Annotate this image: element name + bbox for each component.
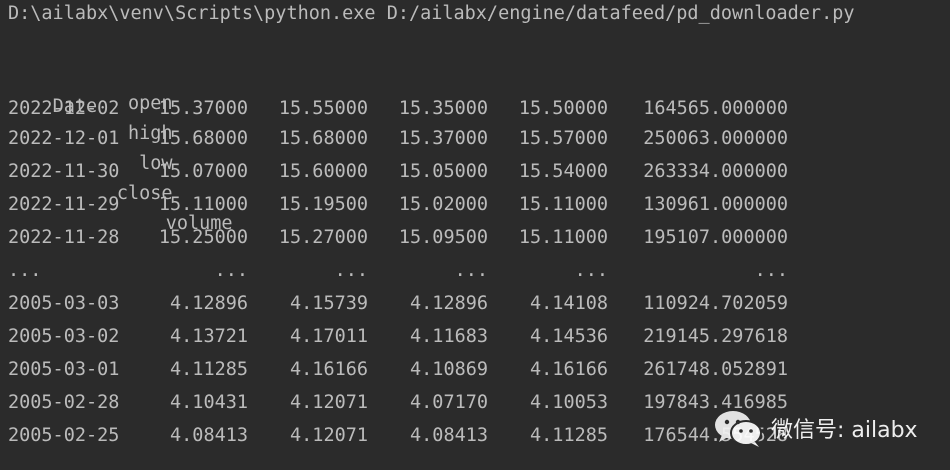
cell-open: 4.12896 [170,293,248,314]
cell-open: 4.10431 [170,392,248,413]
cell-volume: 250063.000000 [643,128,788,149]
cell-date: 2022-12-01 [8,128,120,149]
cell-open: 15.11000 [158,194,248,215]
table-row: 2022-11-28 15.25000 15.27000 15.09500 15.110… [8,223,938,256]
cell-close: 15.11000 [518,227,608,248]
cell-close: 4.10053 [530,392,608,413]
cell-date: 2005-02-25 [8,425,120,446]
table-row: 2005-03-02 4.13721 4.17011 4.11683 4.14536 21… [8,322,938,355]
cell-open: 4.11285 [170,359,248,380]
cell-close: 15.54000 [518,161,608,182]
cell-low: 4.07170 [410,392,488,413]
console-output[interactable]: D:\ailabx\venv\Scripts\python.exe D:/ail… [8,0,938,454]
cell-open: 15.25000 [158,227,248,248]
cell-low: 4.10869 [410,359,488,380]
cell-date: 2022-11-29 [8,194,120,215]
cell-volume: 164565.000000 [643,98,788,119]
cell-volume: 219145.297618 [643,326,788,347]
cell-close: 4.14536 [530,326,608,347]
cell-high: 4.12071 [290,392,368,413]
cell-low: 15.05000 [398,161,488,182]
cell-volume: 130961.000000 [643,194,788,215]
cell-open: 4.08413 [170,425,248,446]
cell-high: 15.68000 [278,128,368,149]
cell-volume: 110924.702059 [643,293,788,314]
cell-date: 2005-03-01 [8,359,120,380]
cell-volume: ... [754,260,788,281]
cell-high: 4.17011 [290,326,368,347]
table-row: 2005-03-03 4.12896 4.15739 4.12896 4.14108 11… [8,289,938,322]
cell-low: 4.08413 [410,425,488,446]
cell-open: ... [214,260,248,281]
table-row: 2022-12-01 15.68000 15.68000 15.37000 15.570… [8,124,938,157]
cell-high: 15.27000 [278,227,368,248]
cell-low: 4.12896 [410,293,488,314]
table-header-row: open high low close volume [8,29,938,234]
cell-open: 15.68000 [158,128,248,149]
cell-low: 15.09500 [398,227,488,248]
cell-date: 2022-11-28 [8,227,120,248]
cell-date: 2005-02-28 [8,392,120,413]
table-row: 2005-03-01 4.11285 4.16166 4.10869 4.16166 26… [8,355,938,388]
table-row-ellipsis: .................. [8,256,938,289]
watermark: 微信号: ailabx [713,406,918,450]
cell-low: 4.11683 [410,326,488,347]
cell-high: 4.15739 [290,293,368,314]
cell-volume: 263334.000000 [643,161,788,182]
cell-close: 15.57000 [518,128,608,149]
cell-high: ... [334,260,368,281]
cell-low: 15.35000 [398,98,488,119]
watermark-text: 微信号: ailabx [771,418,918,443]
cell-high: 15.55000 [278,98,368,119]
cell-close: 4.16166 [530,359,608,380]
cell-open: 15.37000 [158,98,248,119]
table-row: 2022-11-29 15.11000 15.19500 15.02000 15.110… [8,190,938,223]
cell-close: 4.11285 [530,425,608,446]
cell-close: 4.14108 [530,293,608,314]
cell-volume: 195107.000000 [643,227,788,248]
cell-low: 15.02000 [398,194,488,215]
cell-date: 2022-11-30 [8,161,120,182]
cell-high: 15.19500 [278,194,368,215]
cell-open: 4.13721 [170,326,248,347]
cell-high: 4.16166 [290,359,368,380]
cell-low: 15.37000 [398,128,488,149]
table-row: 2022-11-30 15.07000 15.60000 15.05000 15.540… [8,157,938,190]
cell-date: 2022-12-02 [8,98,120,119]
cell-open: 15.07000 [158,161,248,182]
cell-high: 15.60000 [278,161,368,182]
wechat-icon [713,408,765,448]
cell-close: 15.50000 [518,98,608,119]
cell-volume: 261748.052891 [643,359,788,380]
cell-date: ... [8,260,42,281]
cell-close: 15.11000 [518,194,608,215]
run-command-line: D:\ailabx\venv\Scripts\python.exe D:/ail… [8,3,855,24]
cell-date: 2005-03-03 [8,293,120,314]
cell-date: 2005-03-02 [8,326,120,347]
cell-close: ... [574,260,608,281]
cell-high: 4.12071 [290,425,368,446]
table-row: 2022-12-02 15.37000 15.55000 15.35000 15.500… [8,95,938,124]
cell-low: ... [454,260,488,281]
